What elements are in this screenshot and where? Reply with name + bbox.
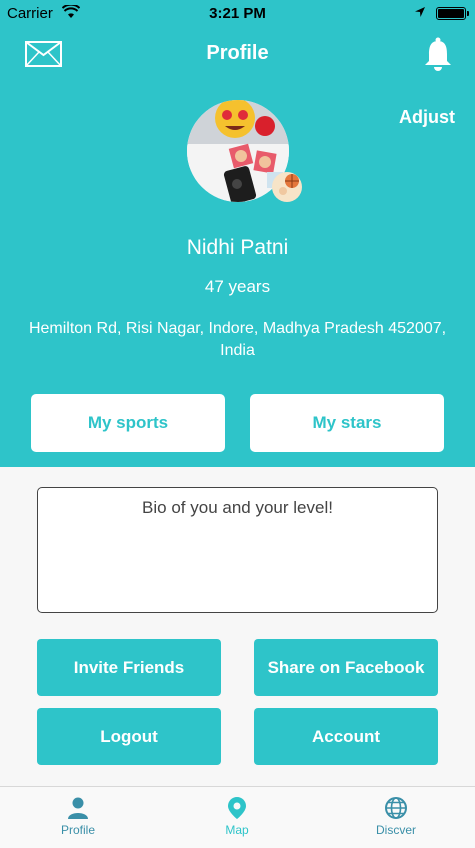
basketball-sticker-icon — [272, 172, 302, 202]
profile-age: 47 years — [204, 277, 271, 296]
tab-label-map: Map — [225, 823, 249, 837]
adjust-button[interactable]: Adjust — [399, 107, 455, 128]
tab-profile[interactable]: Profile — [28, 797, 128, 837]
profile-address: Hemilton Rd, Risi Nagar, Indore, Madhya … — [28, 320, 447, 359]
person-icon — [68, 797, 88, 819]
account-button[interactable]: Account — [254, 708, 438, 765]
battery-icon — [436, 7, 466, 20]
battery-tip — [467, 11, 469, 16]
invite-friends-button[interactable]: Invite Friends — [37, 639, 221, 696]
tab-label-discover: Discver — [375, 823, 416, 837]
logout-button[interactable]: Logout — [37, 708, 221, 765]
page-title: Profile — [206, 42, 269, 64]
location-arrow-icon — [415, 7, 425, 17]
tab-label-profile: Profile — [60, 823, 95, 837]
tab-bar: Profile Map Discver — [0, 786, 475, 848]
bio-textarea[interactable]: Bio of you and your level! — [37, 487, 438, 613]
tab-discover[interactable]: Discver — [346, 797, 446, 837]
map-pin-icon — [228, 797, 246, 819]
bell-icon[interactable] — [423, 37, 453, 71]
my-stars-button[interactable]: My stars — [250, 394, 444, 452]
tab-map[interactable]: Map — [187, 797, 287, 837]
profile-name: Nidhi Patni — [186, 236, 289, 259]
share-facebook-button[interactable]: Share on Facebook — [254, 639, 438, 696]
status-bar: Carrier 3:21 PM — [0, 0, 475, 28]
status-time: 3:21 PM — [209, 5, 266, 22]
my-sports-button[interactable]: My sports — [31, 394, 225, 452]
globe-icon — [385, 797, 407, 819]
